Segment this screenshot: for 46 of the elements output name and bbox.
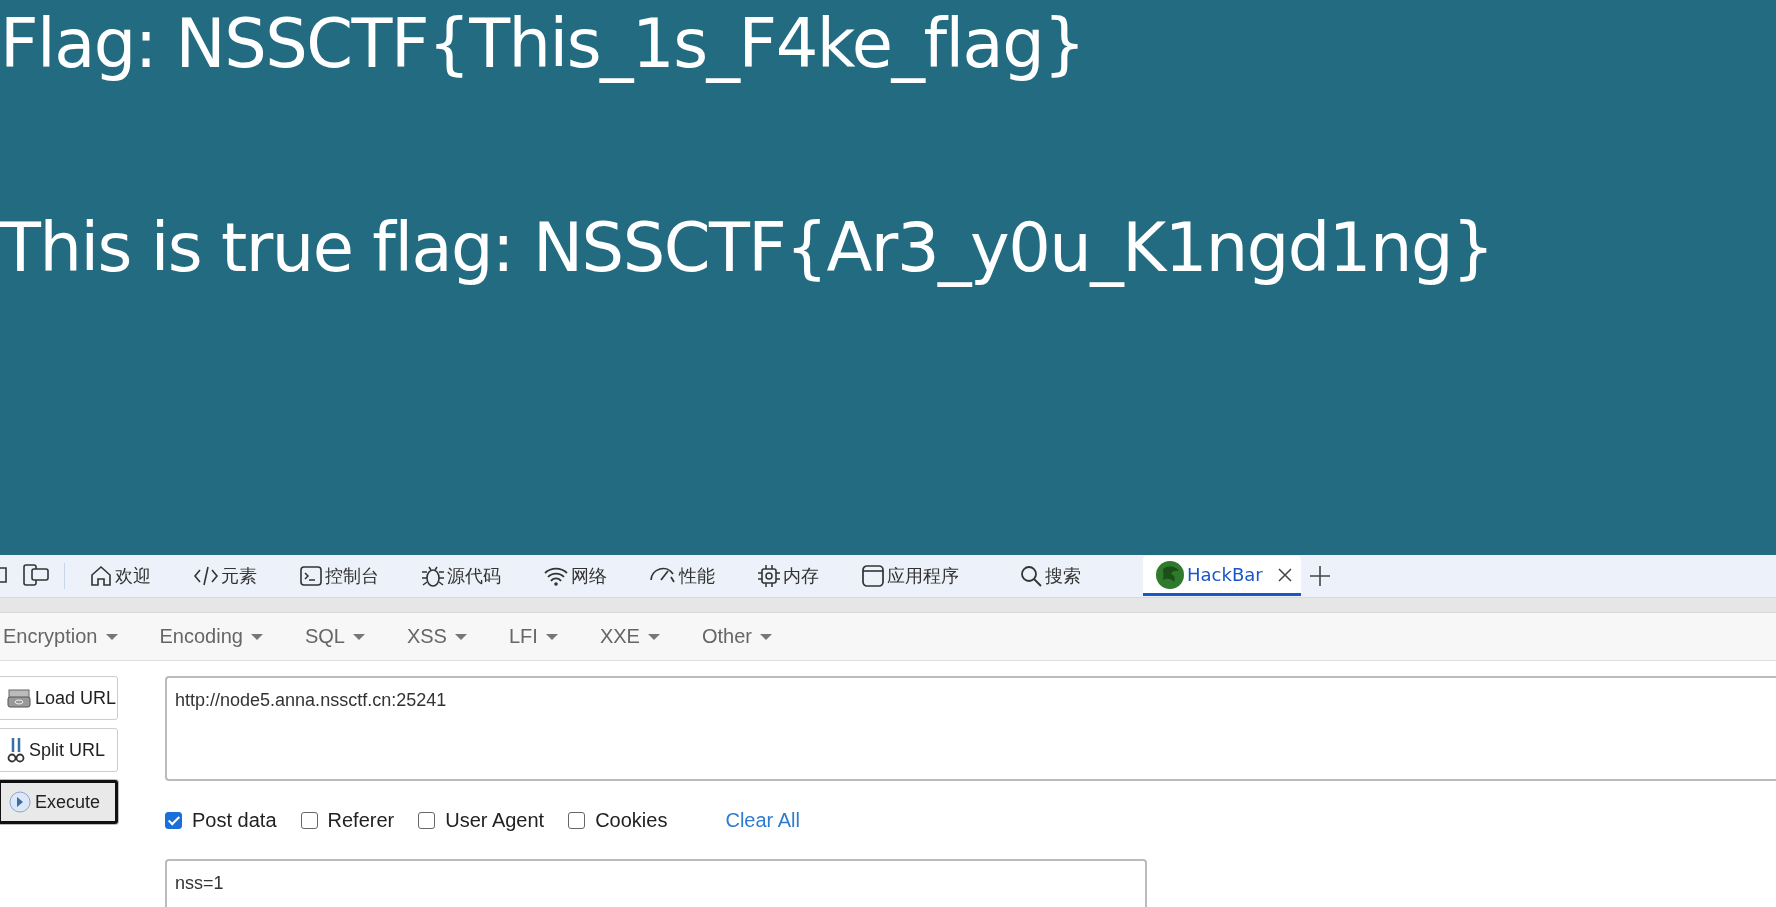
toolbar-button[interactable]: Split URL [0, 728, 118, 772]
close-icon[interactable] [1276, 566, 1293, 583]
devtools-tab[interactable]: 性能 [649, 556, 757, 596]
toolbar-button[interactable]: Load URL [0, 676, 118, 720]
bug-icon [421, 564, 445, 588]
devtools-tab[interactable]: 控制台 [299, 556, 421, 596]
add-tab-icon[interactable] [1308, 565, 1331, 587]
device-icon[interactable] [22, 563, 50, 589]
drive-icon [7, 688, 31, 708]
toolbar-button[interactable]: Execute [0, 780, 118, 824]
checkbox[interactable] [568, 811, 586, 829]
menu-dropdown[interactable]: LFI [508, 625, 558, 648]
checkbox-label: Post data [192, 808, 277, 832]
window-icon [861, 564, 885, 588]
hackbar-logo [1155, 559, 1185, 590]
menu-dropdown[interactable]: Encryption [3, 625, 118, 648]
devtools-tab[interactable]: 源代码 [421, 556, 543, 596]
devtools-tab[interactable]: 应用程序 [861, 556, 1019, 596]
menu-dropdown[interactable]: XSS [406, 625, 467, 648]
code-icon [193, 564, 219, 588]
play-icon [9, 791, 31, 813]
post-data-field[interactable]: nss=1 [165, 859, 1147, 907]
url-field[interactable]: http://node5.anna.nssctf.cn:25241 [165, 676, 1776, 781]
menu-dropdown[interactable]: SQL [304, 625, 365, 648]
devtools-tab[interactable]: 元素 [193, 556, 299, 596]
checkbox-label: User Agent [445, 808, 545, 832]
checkbox-label: Referer [327, 808, 395, 832]
flag-text: Flag: NSSCTF{This_1s_F4ke_flag} [0, 4, 1086, 84]
clear-all-link[interactable]: Clear All [725, 808, 800, 832]
devtools-tab[interactable]: 网络 [543, 556, 649, 596]
checkbox-label: Cookies [595, 808, 668, 832]
scissors-icon [7, 736, 25, 764]
search-icon [1019, 564, 1043, 588]
checkbox[interactable] [300, 811, 318, 829]
chip-icon [757, 564, 781, 588]
checkbox[interactable] [165, 811, 182, 829]
devtools-tab[interactable]: 搜索 [1019, 556, 1123, 596]
home-icon [89, 564, 113, 588]
terminal-icon [299, 564, 323, 588]
menu-dropdown[interactable]: Other [701, 625, 772, 648]
menu-dropdown[interactable]: Encoding [159, 625, 263, 648]
checkbox[interactable] [418, 811, 436, 829]
menu-dropdown[interactable]: XXE [599, 625, 660, 648]
devtools-tab[interactable]: 内存 [757, 556, 861, 596]
devtools-tab[interactable]: HackBar [1143, 556, 1301, 596]
devtools-tab[interactable]: 欢迎 [89, 556, 193, 596]
